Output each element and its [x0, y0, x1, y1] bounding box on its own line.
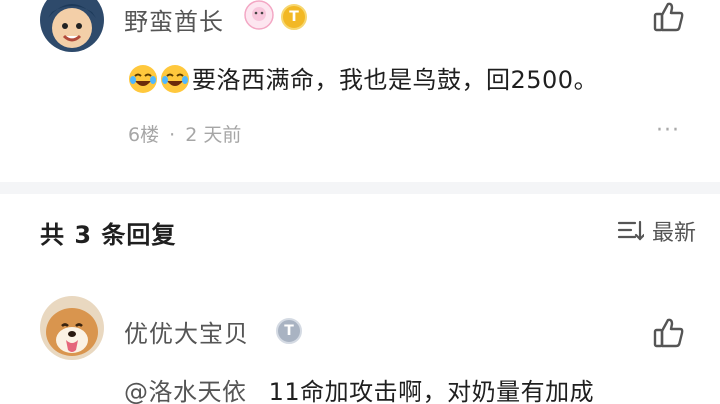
laugh-cry-emoji	[128, 64, 158, 94]
comment-card: 野蛮酋长 T 要洛西满命，我也是鸟鼓，回2500。 6楼 · 2 天前 ···	[0, 0, 720, 182]
reply-level-badge-text: T	[284, 323, 294, 339]
reply-like-icon[interactable]	[652, 316, 686, 350]
user-medal-icon	[244, 0, 274, 30]
reply-username[interactable]: 优优大宝贝	[124, 314, 249, 349]
comment-meta: 6楼 · 2 天前	[128, 120, 241, 147]
comment-text-line: 要洛西满命，我也是鸟鼓，回2500。	[128, 60, 598, 95]
time-label: 2 天前	[185, 124, 242, 146]
more-options-icon[interactable]: ···	[656, 118, 680, 143]
user-avatar[interactable]	[40, 0, 104, 52]
reply-text: 11命加攻击啊，对奶量有加成	[268, 378, 595, 404]
reply-user-avatar[interactable]	[40, 296, 104, 360]
reply-level-badge-icon: T	[276, 318, 302, 344]
replies-count-title: 共 3 条回复	[40, 221, 177, 249]
username[interactable]: 野蛮酋长	[124, 2, 224, 37]
floor-label: 6楼	[128, 124, 160, 146]
section-divider	[0, 182, 720, 194]
sort-label: 最新	[651, 221, 696, 246]
level-badge-icon: T	[281, 4, 307, 30]
comment-text: 要洛西满命，我也是鸟鼓，回2500。	[192, 66, 599, 94]
reply-text-line: @洛水天依 11命加攻击啊，对奶量有加成	[124, 372, 594, 404]
sort-icon	[616, 218, 644, 244]
laugh-cry-emoji	[160, 64, 190, 94]
meta-separator: ·	[169, 124, 176, 146]
sort-button[interactable]: 最新	[616, 215, 696, 247]
mention-link[interactable]: @洛水天依	[124, 378, 247, 404]
level-badge-text: T	[289, 9, 299, 25]
like-icon[interactable]	[652, 0, 686, 34]
